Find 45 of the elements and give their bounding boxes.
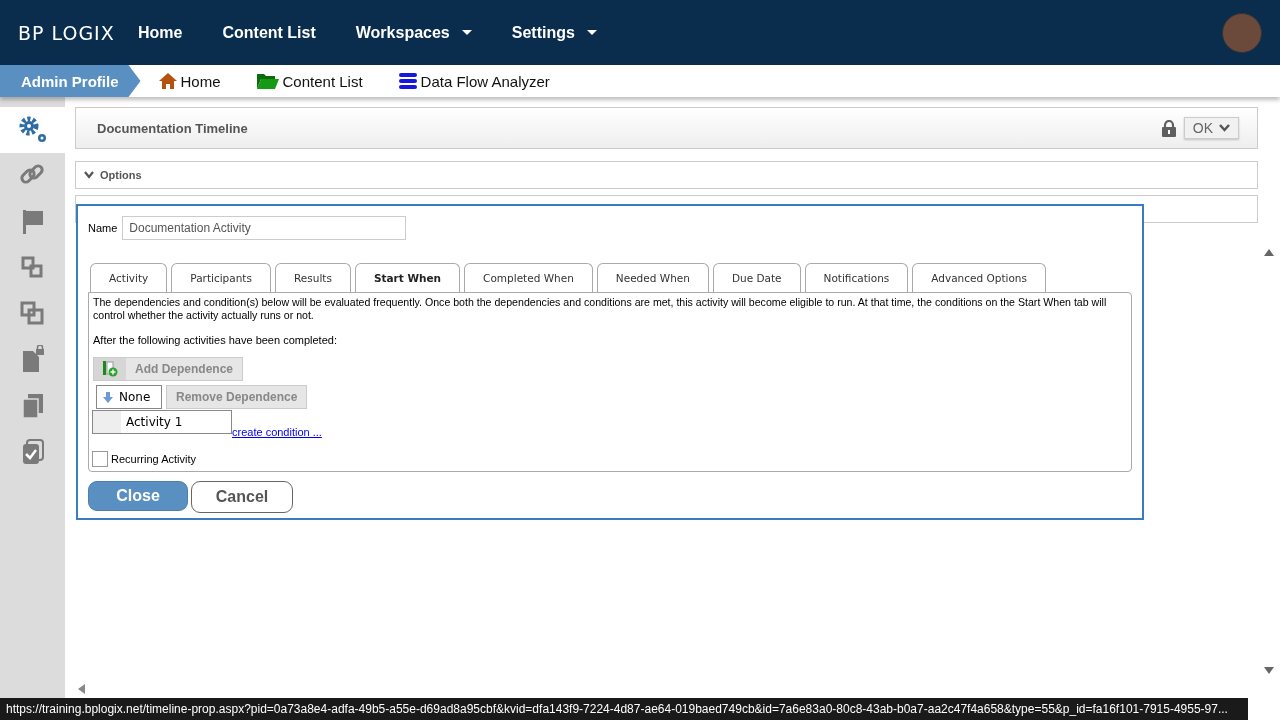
- tab[interactable]: Activity: [90, 263, 168, 292]
- tab[interactable]: Start When: [354, 263, 461, 292]
- scroll-up-icon[interactable]: [1264, 249, 1274, 256]
- breadcrumb-link[interactable]: Home: [180, 72, 221, 90]
- chevron-down-icon: [84, 171, 94, 179]
- instruction-text: After the following activities have been completed:: [93, 334, 338, 346]
- tab[interactable]: Results: [274, 263, 351, 292]
- tab[interactable]: Due Date: [712, 263, 801, 292]
- chevron-down-icon: [1219, 124, 1230, 132]
- sidebar-item[interactable]: [0, 107, 65, 153]
- down-arrow-icon: [103, 391, 113, 403]
- page-title: Documentation Timeline: [97, 120, 248, 136]
- house-icon: [158, 73, 177, 89]
- gears-icon: [17, 115, 48, 145]
- logo[interactable]: BP LOGIX: [18, 21, 130, 44]
- tab[interactable]: Completed When: [464, 263, 593, 292]
- create-condition-link[interactable]: create condition ...: [232, 426, 322, 438]
- name-field[interactable]: Documentation Activity: [122, 216, 407, 240]
- recurring-checkbox[interactable]: [92, 451, 108, 467]
- nav-link[interactable]: Settings: [503, 19, 605, 46]
- nav-link[interactable]: Workspaces: [347, 19, 480, 46]
- folder-icon: [256, 73, 279, 89]
- scroll-left-icon[interactable]: [78, 684, 85, 694]
- cancel-button[interactable]: Cancel: [191, 481, 293, 513]
- avatar[interactable]: [1222, 12, 1262, 53]
- breadcrumb-link[interactable]: Data Flow Analyzer: [420, 72, 550, 90]
- name-label: Name: [88, 222, 118, 234]
- tab[interactable]: Participants: [171, 263, 271, 292]
- tab[interactable]: Advanced Options: [912, 263, 1046, 292]
- nav-link[interactable]: Home: [130, 19, 191, 46]
- tab[interactable]: Needed When: [596, 263, 709, 292]
- scroll-down-icon[interactable]: [1264, 667, 1274, 674]
- add-icon: [102, 361, 118, 377]
- checkbox-label: Recurring Activity: [111, 453, 196, 465]
- dependence-dropdown[interactable]: None: [96, 385, 162, 409]
- database-icon: [398, 73, 417, 89]
- description-text: The dependencies and condition(s) below will be evaluated frequently. Once both the dependencies and conditions are met, this activity will become eligible to run. At that time, the conditions on the Start When tab will control whether the activity actually runs or not.: [93, 296, 1108, 322]
- breadcrumb-link[interactable]: Content List: [282, 72, 363, 90]
- options-panel[interactable]: Options: [75, 161, 1258, 189]
- ok-button[interactable]: OK: [1183, 117, 1239, 139]
- tab[interactable]: Notifications: [804, 263, 909, 292]
- lock-icon[interactable]: [1161, 119, 1176, 137]
- status-url: https://training.bplogix.net/timeline-prop.aspx?pid=0a73a8e4-adfa-49b5-a55e-d69ad8a95cbf&kvid=dfa143f9-7224-4d87-ae64-019baed749cb&id=7a6e83a0-80c8-43ab-b0a7-aa2c47f4a658&type=55&p_id=fa16f101-7915-4955-97...: [0, 698, 1248, 720]
- dropdown-option[interactable]: Activity 1: [93, 411, 188, 433]
- nav-link[interactable]: Content List: [214, 19, 324, 46]
